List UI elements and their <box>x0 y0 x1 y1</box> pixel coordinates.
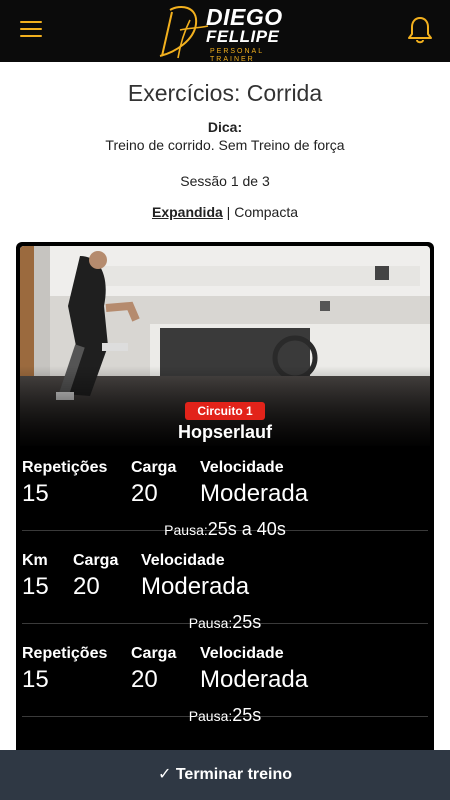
set2-label-km: Km <box>22 552 48 569</box>
set3-label-repeticoes: Repetições <box>22 645 108 662</box>
set1-value-velocidade: Moderada <box>200 480 309 507</box>
set1-label-repeticoes: Repetições <box>22 459 108 476</box>
set2-value-velocidade: Moderada <box>141 573 250 600</box>
view-expandida-link[interactable]: Expandida <box>152 204 223 220</box>
set2-pause-label: Pausa: <box>188 615 233 631</box>
view-compacta-link[interactable]: Compacta <box>234 204 298 220</box>
logo-line2: FELLIPE <box>206 27 280 46</box>
set2-label-velocidade: Velocidade <box>141 552 225 569</box>
logo-line1: DIEGO <box>206 4 283 30</box>
set2-value-carga: 20 <box>73 573 100 600</box>
brand-logo[interactable]: DIEGO FELLIPE PERSONAL TRAINER <box>150 2 300 63</box>
set3-pause: Pausa:25s <box>16 705 434 726</box>
logo-line3: PERSONAL TRAINER <box>210 48 264 63</box>
set1-label-carga: Carga <box>131 459 177 476</box>
set2-value-km: 15 <box>22 573 49 600</box>
set3-pause-value: 25s <box>232 705 262 725</box>
monogram-icon <box>159 6 209 59</box>
set2-label-carga: Carga <box>73 552 119 569</box>
page-title: Exercícios: Corrida <box>127 80 323 106</box>
set3-value-carga: 20 <box>131 666 158 693</box>
set1-value-carga: 20 <box>131 480 158 507</box>
set2-pause-value: 25s <box>232 612 262 632</box>
tip-text: Treino de corrido. Sem Treino de força <box>105 137 345 153</box>
set1-pause-label: Pausa: <box>164 522 208 538</box>
circuit-badge: Circuito 1 <box>185 402 265 420</box>
set2-pause: Pausa:25s <box>16 612 434 633</box>
exercise-name: Hopserlauf <box>177 422 273 442</box>
check-icon: ✓ <box>157 766 172 783</box>
set1-pause: Pausa:25s a 40s <box>16 519 434 540</box>
set3-value-repeticoes: 15 <box>22 666 49 693</box>
finish-workout-label: Terminar treino <box>175 766 293 783</box>
set3-label-velocidade: Velocidade <box>200 645 284 662</box>
set3-value-velocidade: Moderada <box>200 666 309 693</box>
set3-pause-label: Pausa: <box>188 708 233 724</box>
view-toggle: Expandida | Compacta <box>0 204 450 220</box>
set1-pause-value: 25s a 40s <box>207 519 286 539</box>
finish-workout-button[interactable]: ✓ Terminar treino <box>0 750 450 800</box>
session-indicator: Sessão 1 de 3 <box>180 173 270 189</box>
exercise-card: Circuito 1 Hopserlauf Repetições Carga V… <box>16 242 434 762</box>
set1-label-velocidade: Velocidade <box>200 459 284 476</box>
tip-label: Dica: <box>207 119 243 135</box>
set1-value-repeticoes: 15 <box>22 480 49 507</box>
view-separator: | <box>226 204 231 220</box>
hamburger-menu-icon[interactable] <box>20 21 42 39</box>
bell-icon[interactable] <box>408 16 432 44</box>
set3-label-carga: Carga <box>131 645 177 662</box>
top-bar: DIEGO FELLIPE PERSONAL TRAINER <box>0 0 450 63</box>
